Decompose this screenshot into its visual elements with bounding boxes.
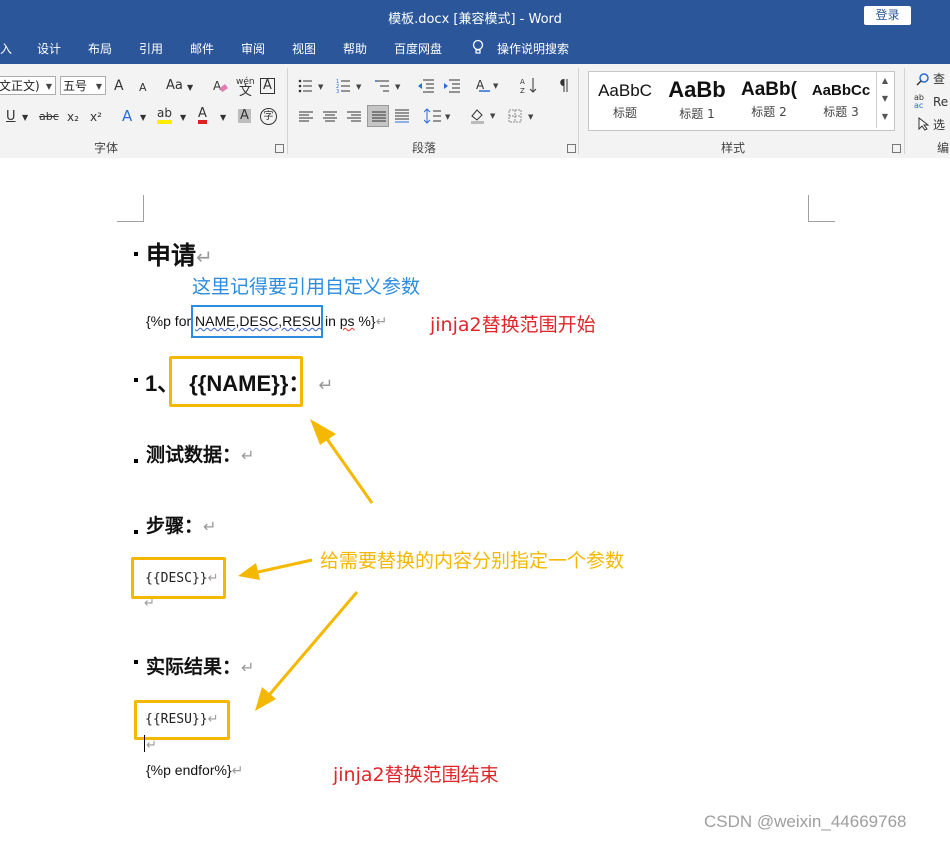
watermark: CSDN @weixin_44669768 bbox=[704, 812, 907, 831]
arrow-to-desc-icon bbox=[238, 558, 313, 580]
annotation-arrows bbox=[238, 419, 374, 711]
arrow-to-resu-icon bbox=[255, 591, 359, 711]
arrow-to-name-icon bbox=[310, 419, 374, 504]
